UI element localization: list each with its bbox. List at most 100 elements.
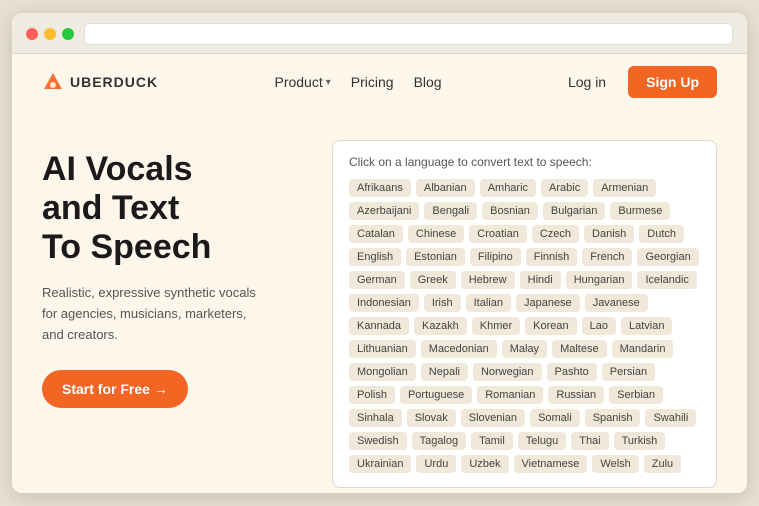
language-tag[interactable]: German (349, 271, 405, 289)
language-tag[interactable]: French (582, 248, 632, 266)
language-tag[interactable]: Amharic (480, 179, 536, 197)
hero-subtitle: Realistic, expressive synthetic vocals f… (42, 283, 262, 345)
language-tag[interactable]: Finnish (526, 248, 577, 266)
traffic-lights (26, 28, 74, 40)
hero-left: AI Vocals and Text To Speech Realistic, … (42, 130, 302, 473)
language-tag[interactable]: Kazakh (414, 317, 467, 335)
language-tag[interactable]: Lao (582, 317, 616, 335)
language-tag[interactable]: Norwegian (473, 363, 542, 381)
language-tag[interactable]: Icelandic (637, 271, 696, 289)
signup-button[interactable]: Sign Up (628, 66, 717, 98)
language-tag[interactable]: Latvian (621, 317, 672, 335)
language-tag[interactable]: Georgian (637, 248, 698, 266)
language-prompt: Click on a language to convert text to s… (349, 155, 700, 169)
hero-title: AI Vocals and Text To Speech (42, 150, 302, 267)
language-tag[interactable]: Hindi (520, 271, 561, 289)
language-tag[interactable]: Slovenian (461, 409, 525, 427)
chevron-down-icon: ▾ (326, 77, 331, 88)
language-tag[interactable]: Korean (525, 317, 576, 335)
language-tag[interactable]: Tamil (471, 432, 513, 450)
browser-chrome (12, 13, 747, 54)
language-tag[interactable]: Bosnian (482, 202, 538, 220)
language-tag[interactable]: Croatian (469, 225, 527, 243)
logo-icon (42, 71, 64, 93)
language-tag[interactable]: Burmese (610, 202, 670, 220)
language-tag[interactable]: Estonian (406, 248, 465, 266)
language-tag[interactable]: Hebrew (461, 271, 515, 289)
language-tag[interactable]: Bulgarian (543, 202, 605, 220)
language-tag[interactable]: Kannada (349, 317, 409, 335)
language-tag[interactable]: Filipino (470, 248, 521, 266)
language-tag[interactable]: Spanish (585, 409, 641, 427)
language-tag[interactable]: Welsh (592, 455, 638, 473)
logo[interactable]: UBERDUCK (42, 71, 158, 93)
language-tag[interactable]: Ukrainian (349, 455, 411, 473)
logo-text: UBERDUCK (70, 74, 158, 90)
language-tag[interactable]: Bengali (424, 202, 477, 220)
nav-center: Product ▾ Pricing Blog (274, 74, 441, 90)
language-tag[interactable]: Greek (410, 271, 456, 289)
language-box: Click on a language to convert text to s… (332, 140, 717, 488)
language-tag[interactable]: Lithuanian (349, 340, 416, 358)
close-button[interactable] (26, 28, 38, 40)
language-tag[interactable]: Indonesian (349, 294, 419, 312)
language-tag[interactable]: Malay (502, 340, 547, 358)
language-tag[interactable]: Javanese (585, 294, 648, 312)
language-tag[interactable]: Khmer (472, 317, 520, 335)
language-tag[interactable]: Pashto (547, 363, 597, 381)
language-tag[interactable]: Vietnamese (514, 455, 588, 473)
language-tag[interactable]: English (349, 248, 401, 266)
language-tag[interactable]: Serbian (609, 386, 663, 404)
start-free-button[interactable]: Start for Free → (42, 370, 188, 408)
language-tag[interactable]: Mongolian (349, 363, 416, 381)
language-tag[interactable]: Urdu (416, 455, 456, 473)
language-tag[interactable]: Japanese (516, 294, 580, 312)
language-tag[interactable]: Nepali (421, 363, 468, 381)
login-button[interactable]: Log in (558, 68, 616, 96)
language-tag[interactable]: Afrikaans (349, 179, 411, 197)
nav-item-product[interactable]: Product ▾ (274, 74, 330, 90)
language-tag[interactable]: Uzbek (461, 455, 508, 473)
language-tag[interactable]: Italian (466, 294, 511, 312)
language-tags: Afrikaans Albanian Amharic Arabic Armenian Az… (349, 179, 700, 473)
language-tag[interactable]: Czech (532, 225, 579, 243)
language-tag[interactable]: Russian (548, 386, 604, 404)
language-tag[interactable]: Albanian (416, 179, 475, 197)
language-tag[interactable]: Zulu (644, 455, 681, 473)
nav-item-pricing[interactable]: Pricing (351, 74, 394, 90)
language-tag[interactable]: Armenian (593, 179, 656, 197)
language-tag[interactable]: Turkish (614, 432, 666, 450)
language-tag[interactable]: Mandarin (612, 340, 674, 358)
language-tag[interactable]: Slovak (407, 409, 456, 427)
language-tag[interactable]: Azerbaijani (349, 202, 419, 220)
hero-right: Click on a language to convert text to s… (332, 130, 717, 473)
nav-right: Log in Sign Up (558, 66, 717, 98)
minimize-button[interactable] (44, 28, 56, 40)
language-tag[interactable]: Chinese (408, 225, 464, 243)
navbar: UBERDUCK Product ▾ Pricing Blog Log in S… (12, 54, 747, 110)
language-tag[interactable]: Telugu (518, 432, 566, 450)
language-tag[interactable]: Polish (349, 386, 395, 404)
language-tag[interactable]: Macedonian (421, 340, 497, 358)
language-tag[interactable]: Dutch (639, 225, 684, 243)
language-tag[interactable]: Arabic (541, 179, 588, 197)
language-tag[interactable]: Tagalog (412, 432, 467, 450)
language-tag[interactable]: Persian (602, 363, 655, 381)
language-tag[interactable]: Maltese (552, 340, 607, 358)
language-tag[interactable]: Swahili (645, 409, 696, 427)
browser-window: UBERDUCK Product ▾ Pricing Blog Log in S… (12, 13, 747, 493)
language-tag[interactable]: Sinhala (349, 409, 402, 427)
language-tag[interactable]: Swedish (349, 432, 407, 450)
address-bar[interactable] (84, 23, 733, 45)
language-tag[interactable]: Catalan (349, 225, 403, 243)
language-tag[interactable]: Portuguese (400, 386, 472, 404)
language-tag[interactable]: Hungarian (566, 271, 633, 289)
nav-item-blog[interactable]: Blog (414, 74, 442, 90)
language-tag[interactable]: Thai (571, 432, 608, 450)
language-tag[interactable]: Danish (584, 225, 634, 243)
page-content: UBERDUCK Product ▾ Pricing Blog Log in S… (12, 54, 747, 493)
maximize-button[interactable] (62, 28, 74, 40)
language-tag[interactable]: Irish (424, 294, 461, 312)
language-tag[interactable]: Romanian (477, 386, 543, 404)
language-tag[interactable]: Somali (530, 409, 580, 427)
